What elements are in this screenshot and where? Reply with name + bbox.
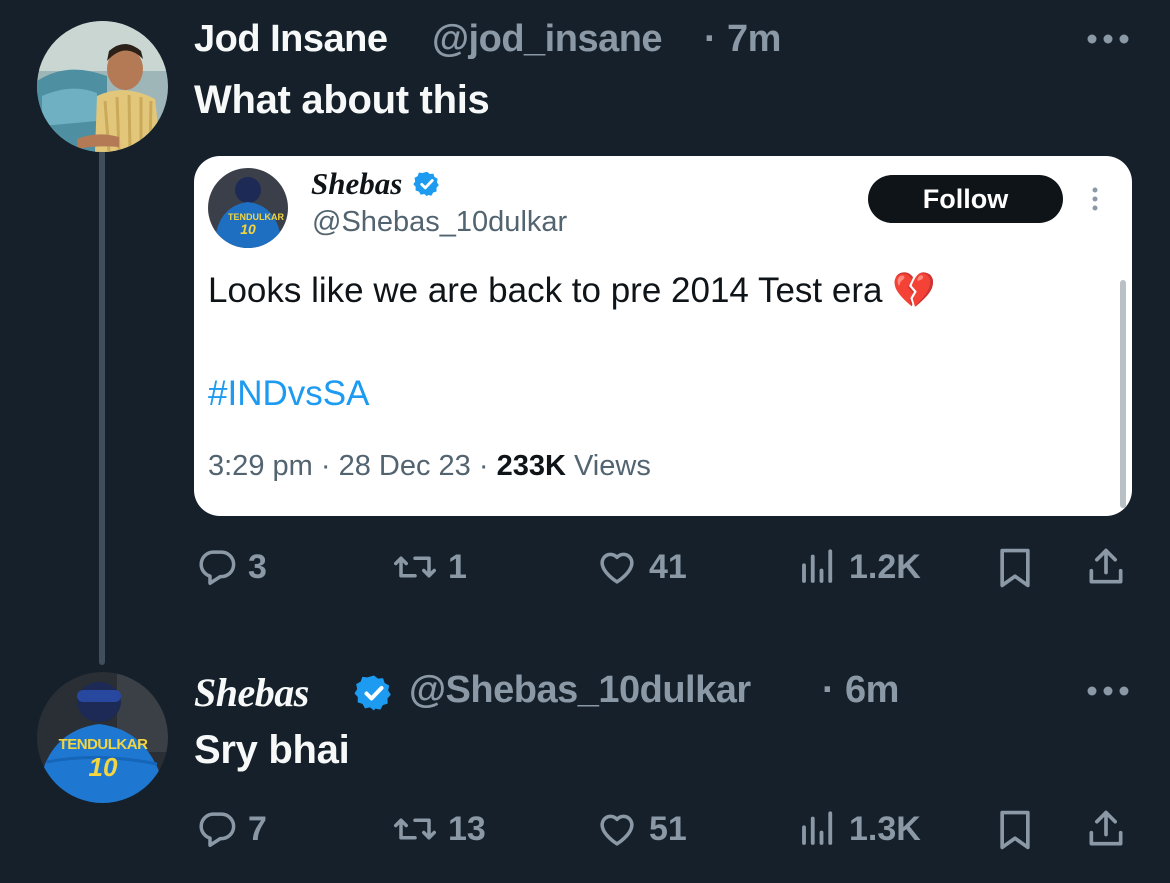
quote-text: Looks like we are back to pre 2014 Test … xyxy=(208,270,936,311)
author-display-name[interactable]: Shebas xyxy=(194,669,309,716)
bookmark-icon[interactable] xyxy=(996,808,1034,857)
quote-text-content: Looks like we are back to pre 2014 Test … xyxy=(208,271,883,310)
author-display-name[interactable]: Jod Insane xyxy=(194,18,388,61)
broken-heart-emoji: 💔 xyxy=(892,271,936,310)
analytics-icon xyxy=(802,811,833,845)
repost-icon xyxy=(394,556,436,578)
repost-action[interactable]: 1 xyxy=(392,546,467,588)
quote-author-name[interactable]: Shebas xyxy=(311,166,402,202)
reply-action[interactable]: 3 xyxy=(196,546,267,588)
like-action[interactable]: 51 xyxy=(595,808,687,850)
avatar-jod-insane[interactable] xyxy=(37,21,168,152)
like-count: 41 xyxy=(649,547,687,586)
quote-time[interactable]: 3:29 pm xyxy=(208,450,313,482)
tweet-time[interactable]: 6m xyxy=(845,669,899,712)
follow-button[interactable]: Follow xyxy=(868,175,1063,223)
quote-date[interactable]: 28 Dec 23 xyxy=(339,450,471,482)
more-horizontal-icon[interactable] xyxy=(1086,32,1130,50)
hashtag-link[interactable]: #INDvsSA xyxy=(208,374,369,414)
like-count: 51 xyxy=(649,809,687,848)
reply-icon xyxy=(199,550,236,586)
repost-icon xyxy=(394,818,436,840)
quote-author-handle[interactable]: @Shebas_10dulkar xyxy=(312,206,567,239)
views-count: 1.2K xyxy=(849,547,921,586)
more-horizontal-icon[interactable] xyxy=(1086,684,1130,702)
quote-views-label: Views xyxy=(573,450,651,482)
heart-icon xyxy=(600,814,634,846)
quoted-tweet-card[interactable]: TENDULKAR 10 Shebas @Shebas_10dulkar Fol… xyxy=(194,156,1132,516)
views-action[interactable]: 1.3K xyxy=(797,808,921,850)
repost-action[interactable]: 13 xyxy=(392,808,486,850)
jersey-number: 10 xyxy=(240,221,256,237)
analytics-icon xyxy=(802,549,833,583)
repost-count: 1 xyxy=(448,547,467,586)
dot-separator: · xyxy=(478,450,489,482)
quote-meta: 3:29 pm · 28 Dec 23 · 233K Views xyxy=(208,450,651,483)
thread-connector-line xyxy=(99,150,105,665)
views-action[interactable]: 1.2K xyxy=(797,546,921,588)
jersey-name: TENDULKAR xyxy=(58,736,148,753)
author-handle[interactable]: @Shebas_10dulkar xyxy=(409,669,751,712)
avatar-shebas[interactable]: TENDULKAR 10 xyxy=(37,672,168,803)
quote-views-count: 233K xyxy=(496,450,566,482)
repost-count: 13 xyxy=(448,809,486,848)
dot-separator: · xyxy=(320,450,331,482)
views-count: 1.3K xyxy=(849,809,921,848)
verified-badge-icon xyxy=(354,673,394,718)
bookmark-icon[interactable] xyxy=(996,546,1034,595)
share-icon[interactable] xyxy=(1084,807,1128,856)
reply-icon xyxy=(199,812,236,848)
more-vertical-icon[interactable] xyxy=(1091,186,1099,217)
dot-separator: · xyxy=(822,669,835,711)
tweet-text: What about this xyxy=(194,78,490,122)
quote-scrollbar[interactable] xyxy=(1120,280,1126,508)
share-icon[interactable] xyxy=(1084,545,1128,594)
tweet-time[interactable]: 7m xyxy=(727,18,781,61)
reply-count: 3 xyxy=(248,547,267,586)
verified-badge-icon xyxy=(413,170,441,203)
reply-action[interactable]: 7 xyxy=(196,808,267,850)
avatar-photo xyxy=(37,21,168,152)
tweet-text: Sry bhai xyxy=(194,728,350,772)
dot-separator: · xyxy=(704,18,717,60)
like-action[interactable]: 41 xyxy=(595,546,687,588)
heart-icon xyxy=(600,552,634,584)
jersey-number: 10 xyxy=(88,752,118,782)
author-handle[interactable]: @jod_insane xyxy=(432,18,663,61)
quote-author-avatar[interactable]: TENDULKAR 10 xyxy=(208,168,288,248)
reply-count: 7 xyxy=(248,809,267,848)
